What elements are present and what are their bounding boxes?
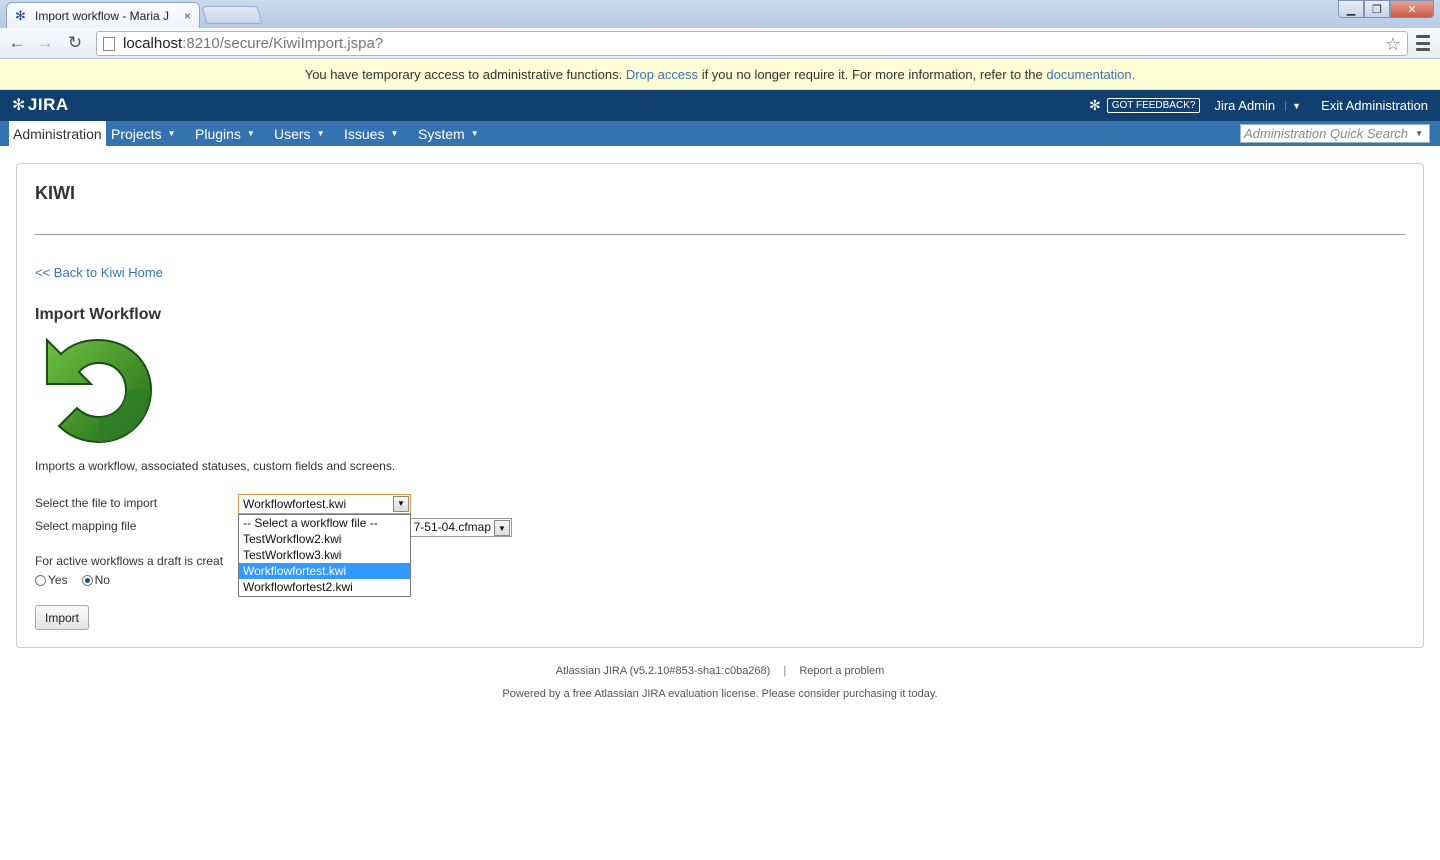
new-tab-button[interactable] (201, 6, 263, 24)
browser-toolbar: ← → ↻ localhost:8210/secure/KiwiImport.j… (0, 28, 1440, 59)
chevron-down-icon: ▼ (1415, 129, 1423, 138)
footer-license: Powered by a free Atlassian JIRA evaluat… (502, 688, 938, 700)
dropdown-option[interactable]: TestWorkflow3.kwi (239, 547, 410, 563)
address-bar[interactable]: localhost:8210/secure/KiwiImport.jspa? ☆ (96, 31, 1408, 56)
jira-logo-text: JIRA (27, 95, 69, 114)
section-title: Import Workflow (35, 306, 161, 323)
tab-projects[interactable]: Projects ▼ (107, 121, 180, 146)
browser-titlebar: ✻ Import workflow - Maria J × ▁ ❐ ✕ (0, 0, 1440, 28)
chevron-down-icon: ▼ (390, 129, 399, 138)
page-title: KIWI (35, 183, 75, 203)
mapping-selected-value: 7-51-04.cfmap (413, 520, 491, 534)
file-select-label: Select the file to import (35, 496, 158, 510)
back-to-kiwi-home-link[interactable]: << Back to Kiwi Home (35, 265, 163, 280)
workflow-file-select[interactable]: Workflowfortest.kwi ▼ (238, 494, 411, 514)
chevron-down-icon: ▼ (167, 129, 176, 138)
chevron-down-icon[interactable]: ▼ (393, 496, 409, 512)
tab-label: Projects (111, 125, 162, 142)
page-icon (103, 36, 115, 51)
minimize-button[interactable]: ▁ (1338, 0, 1364, 18)
chevron-down-icon[interactable]: ▼ (1285, 100, 1301, 111)
chevron-down-icon: ▼ (246, 129, 255, 138)
documentation-link[interactable]: documentation. (1046, 67, 1135, 82)
exit-administration-link[interactable]: Exit Administration (1321, 98, 1428, 113)
quick-search-placeholder: Administration Quick Search (1244, 126, 1409, 141)
close-window-button[interactable]: ✕ (1390, 0, 1434, 18)
url-text: localhost:8210/secure/KiwiImport.jspa? (123, 35, 384, 52)
chevron-down-icon: ▼ (470, 129, 479, 138)
report-problem-link[interactable]: Report a problem (799, 665, 884, 677)
tab-label: Users (274, 125, 311, 142)
radio-no-label[interactable]: No (95, 573, 110, 587)
browser-tab[interactable]: ✻ Import workflow - Maria J × (6, 2, 200, 28)
admin-nav: Administration Projects ▼ Plugins ▼ Users ▼… (0, 121, 1440, 146)
dropdown-option-selected[interactable]: Workflowfortest.kwi (239, 563, 410, 579)
tab-close-icon[interactable]: × (184, 9, 191, 23)
mapping-select-label: Select mapping file (35, 519, 137, 533)
tab-system[interactable]: System ▼ (414, 121, 483, 146)
admin-access-warning: You have temporary access to administrat… (0, 60, 1440, 90)
warning-prefix: You have temporary access to administrat… (304, 67, 623, 82)
tab-title: Import workflow - Maria J (35, 8, 170, 23)
chevron-down-icon: ▼ (316, 129, 325, 138)
bookmark-star-icon[interactable]: ☆ (1385, 34, 1401, 55)
draft-label: For active workflows a draft is creat (35, 554, 224, 568)
tab-issues[interactable]: Issues ▼ (340, 121, 402, 146)
tab-plugins[interactable]: Plugins ▼ (191, 121, 259, 146)
divider (35, 234, 1405, 235)
description-text: Imports a workflow, associated statuses,… (35, 459, 396, 473)
back-icon[interactable]: ← (6, 33, 28, 53)
tab-label: Issues (344, 125, 385, 142)
feedback-icon: ✻ (1088, 97, 1101, 113)
file-selected-value: Workflowfortest.kwi (243, 497, 347, 511)
reload-icon[interactable]: ↻ (64, 33, 86, 53)
forward-icon[interactable]: → (34, 33, 56, 53)
tab-users[interactable]: Users ▼ (270, 121, 328, 146)
radio-yes-label[interactable]: Yes (48, 573, 68, 587)
tab-label: Plugins (195, 125, 241, 142)
warning-middle: if you no longer require it. For more in… (701, 67, 1043, 82)
got-feedback-button[interactable]: GOT FEEDBACK? (1106, 98, 1201, 113)
import-workflow-icon (46, 337, 153, 444)
jira-logo[interactable]: ✻ JIRA (12, 95, 69, 115)
tab-label: Administration (13, 125, 102, 142)
tab-label: System (418, 125, 465, 142)
admin-quick-search-input[interactable]: Administration Quick Search ▼ (1240, 124, 1430, 143)
content-panel: KIWI << Back to Kiwi Home Import Workflo… (16, 163, 1424, 648)
radio-yes[interactable] (35, 574, 46, 586)
dropdown-option[interactable]: -- Select a workflow file -- (239, 515, 410, 531)
chevron-down-icon[interactable]: ▼ (494, 520, 510, 536)
footer-version: Atlassian JIRA (v5.2.10#853-sha1:c0ba268… (555, 665, 771, 677)
workflow-file-dropdown: -- Select a workflow file -- TestWorkflo… (238, 514, 411, 597)
dropdown-option[interactable]: TestWorkflow2.kwi (239, 531, 410, 547)
jira-favicon-icon: ✻ (15, 7, 26, 23)
footer-separator: | (783, 665, 787, 677)
maximize-button[interactable]: ❐ (1364, 0, 1390, 18)
drop-access-link[interactable]: Drop access (626, 67, 698, 82)
jira-header: ✻ JIRA ✻ GOT FEEDBACK? Jira Admin ▼ Exit… (0, 90, 1440, 121)
tab-administration[interactable]: Administration (9, 121, 106, 146)
radio-no[interactable] (81, 574, 93, 586)
dropdown-option[interactable]: Workflowfortest2.kwi (239, 579, 410, 595)
draft-radio-group: Yes No (35, 573, 124, 587)
jira-logo-icon: ✻ (12, 97, 26, 114)
footer-version-line: Atlassian JIRA (v5.2.10#853-sha1:c0ba268… (0, 665, 1440, 677)
window-controls: ▁ ❐ ✕ (1338, 0, 1434, 18)
user-menu[interactable]: Jira Admin (1214, 98, 1275, 113)
browser-menu-icon[interactable] (1416, 35, 1430, 51)
import-button[interactable]: Import (35, 605, 89, 630)
